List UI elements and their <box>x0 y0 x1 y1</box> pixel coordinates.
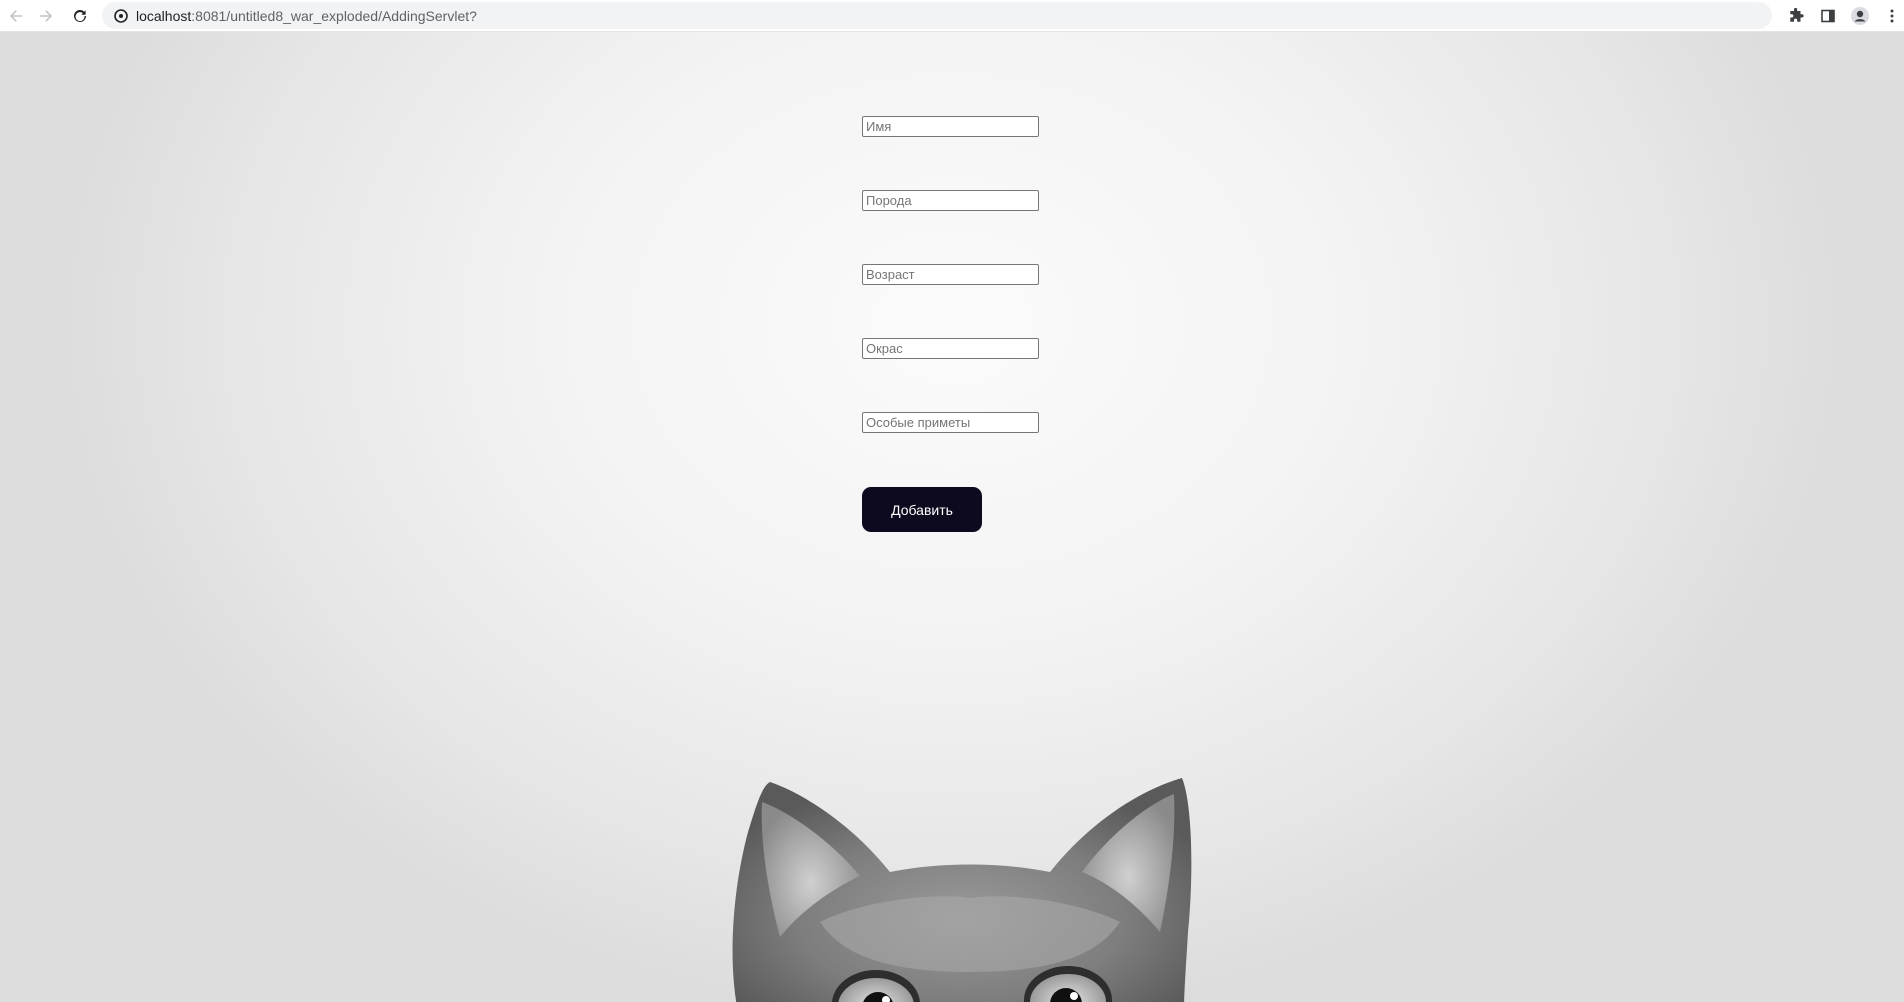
back-arrow-icon[interactable] <box>4 4 28 28</box>
address-bar[interactable]: localhost:8081/untitled8_war_exploded/Ad… <box>102 2 1772 29</box>
breed-input[interactable] <box>862 190 1039 211</box>
site-info-icon[interactable] <box>112 7 129 24</box>
page-content: Добавить <box>0 32 1904 1002</box>
profile-icon[interactable] <box>1848 4 1872 28</box>
features-input[interactable] <box>862 412 1039 433</box>
name-input[interactable] <box>862 116 1039 137</box>
forward-arrow-icon[interactable] <box>34 4 58 28</box>
add-button[interactable]: Добавить <box>862 487 982 532</box>
extensions-icon[interactable] <box>1784 4 1808 28</box>
browser-toolbar: localhost:8081/untitled8_war_exploded/Ad… <box>0 0 1904 32</box>
cat-photo <box>732 778 1192 1002</box>
side-panel-icon[interactable] <box>1816 4 1840 28</box>
color-input[interactable] <box>862 338 1039 359</box>
reload-icon[interactable] <box>68 4 92 28</box>
age-input[interactable] <box>862 264 1039 285</box>
url-text[interactable]: localhost:8081/untitled8_war_exploded/Ad… <box>136 8 477 24</box>
more-menu-icon[interactable] <box>1880 4 1904 28</box>
url-path: :8081/untitled8_war_exploded/AddingServl… <box>191 8 477 24</box>
url-host: localhost <box>136 8 192 24</box>
